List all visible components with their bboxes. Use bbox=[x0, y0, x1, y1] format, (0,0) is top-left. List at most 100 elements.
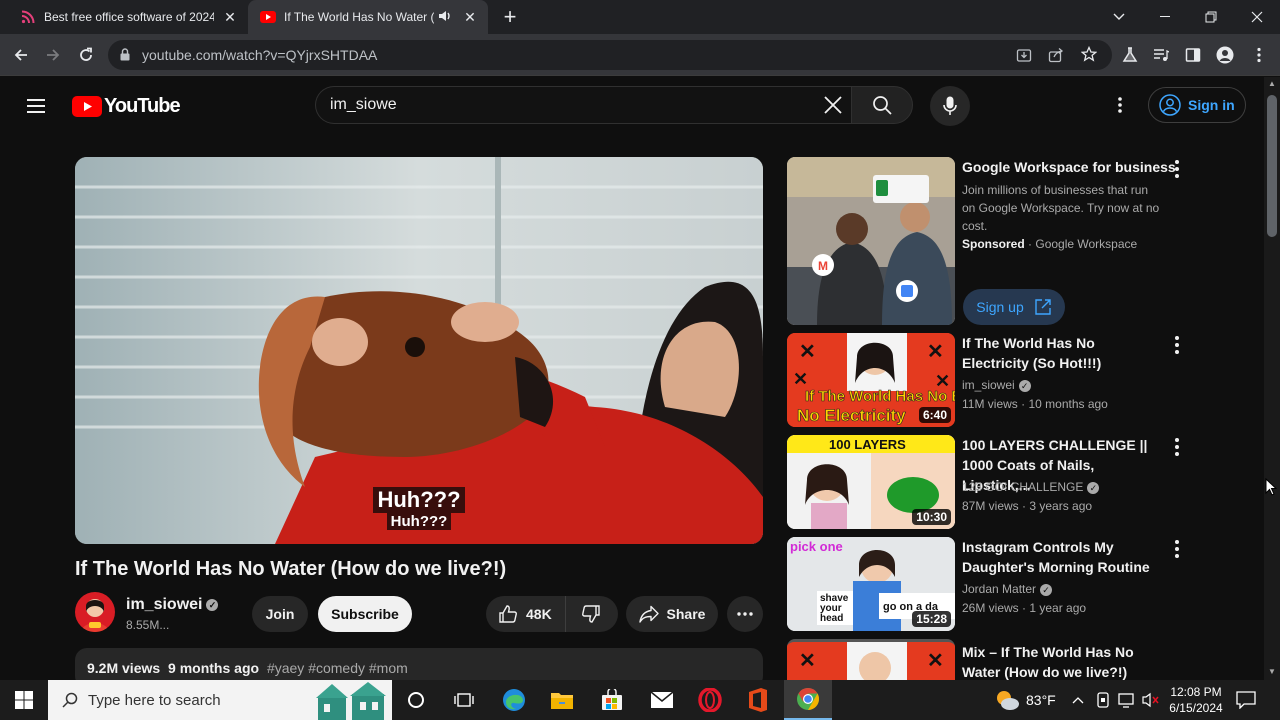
voice-search-button[interactable] bbox=[930, 86, 970, 126]
youtube-logo-icon bbox=[72, 95, 102, 117]
video-thumbnail[interactable]: 100 LAYERS 10:30 bbox=[787, 435, 955, 529]
sponsored-ad-card[interactable]: M Google Workspace for business Join mil… bbox=[787, 157, 1187, 325]
profile-icon[interactable] bbox=[1212, 42, 1238, 68]
duration-badge: 10:30 bbox=[912, 509, 951, 525]
search-input[interactable]: im_siowe bbox=[315, 86, 851, 124]
thumbs-down-icon bbox=[582, 605, 600, 623]
ad-menu-kebab-icon[interactable] bbox=[1171, 159, 1183, 179]
opera-browser-icon[interactable] bbox=[686, 680, 734, 720]
verified-icon: ✓ bbox=[206, 598, 219, 611]
rss-icon bbox=[20, 9, 36, 25]
lock-icon[interactable] bbox=[120, 48, 130, 66]
video-menu-kebab-icon[interactable] bbox=[1171, 335, 1183, 355]
settings-kebab-icon[interactable] bbox=[1116, 95, 1124, 115]
windows-logo-icon bbox=[15, 691, 33, 709]
mail-icon[interactable] bbox=[638, 680, 686, 720]
tab-search-chevron-icon[interactable] bbox=[1096, 0, 1142, 34]
side-panel-icon[interactable] bbox=[1180, 42, 1206, 68]
more-actions-button[interactable] bbox=[727, 596, 763, 632]
back-button[interactable] bbox=[8, 42, 34, 68]
subscribe-button[interactable]: Subscribe bbox=[318, 596, 412, 632]
hamburger-menu-icon[interactable] bbox=[24, 94, 48, 118]
verified-icon: ✓ bbox=[1087, 481, 1100, 494]
related-video-item[interactable]: If The World Has No Electricity No Elect… bbox=[787, 333, 1187, 427]
like-button[interactable]: 48K bbox=[486, 596, 566, 632]
related-video-item[interactable]: 100 LAYERS 10:30 100 LAYERS CHALLENGE ||… bbox=[787, 435, 1187, 529]
video-menu-kebab-icon[interactable] bbox=[1171, 539, 1183, 559]
search-button[interactable] bbox=[851, 86, 913, 124]
age: 3 years ago bbox=[1029, 499, 1093, 513]
chrome-taskbar-icon[interactable] bbox=[784, 680, 832, 720]
video-menu-kebab-icon[interactable] bbox=[1171, 437, 1183, 457]
microsoft-store-icon[interactable] bbox=[588, 680, 636, 720]
tab-office-software[interactable]: Best free office software of 2024 ✕ bbox=[8, 0, 248, 34]
new-tab-button[interactable]: + bbox=[498, 5, 522, 29]
ad-signup-button[interactable]: Sign up bbox=[963, 289, 1065, 325]
video-player[interactable]: Huh??? Huh??? bbox=[75, 157, 763, 544]
svg-text:head: head bbox=[820, 613, 843, 624]
channel-avatar[interactable] bbox=[75, 592, 115, 632]
reload-button[interactable] bbox=[73, 42, 99, 68]
video-thumbnail[interactable]: If The World Has No Electricity No Elect… bbox=[787, 333, 955, 427]
close-window-button[interactable] bbox=[1234, 0, 1280, 34]
related-video-item[interactable]: pick one shave your head go on a da 15:2… bbox=[787, 537, 1187, 631]
caption-line-1: Huh??? bbox=[373, 487, 465, 513]
weather-widget[interactable]: 83°F bbox=[994, 680, 1056, 720]
ad-signup-label: Sign up bbox=[976, 299, 1024, 315]
sign-in-button[interactable]: Sign in bbox=[1148, 87, 1246, 123]
network-icon[interactable] bbox=[1118, 680, 1136, 720]
bookmark-star-icon[interactable] bbox=[1080, 45, 1098, 67]
thumb-text: 100 LAYERS bbox=[829, 437, 906, 452]
install-app-icon[interactable] bbox=[1016, 47, 1032, 68]
close-tab-icon[interactable]: ✕ bbox=[222, 9, 238, 25]
share-label: Share bbox=[666, 606, 706, 622]
scroll-down-arrow-icon[interactable]: ▼ bbox=[1268, 667, 1276, 676]
age: 1 year ago bbox=[1029, 601, 1087, 615]
device-icon[interactable] bbox=[1096, 680, 1110, 720]
views: 87M views bbox=[962, 499, 1019, 513]
share-page-icon[interactable] bbox=[1048, 47, 1064, 68]
video-thumbnail[interactable]: pick one shave your head go on a da 15:2… bbox=[787, 537, 955, 631]
volume-muted-icon[interactable] bbox=[1142, 680, 1160, 720]
dislike-button[interactable] bbox=[566, 596, 616, 632]
share-icon bbox=[638, 605, 659, 623]
start-button[interactable] bbox=[0, 680, 48, 720]
hashtags[interactable]: #yaey #comedy #mom bbox=[267, 660, 408, 676]
audio-playing-icon[interactable] bbox=[438, 9, 452, 26]
ad-thumbnail[interactable]: M bbox=[787, 157, 955, 325]
media-controls-icon[interactable] bbox=[1148, 42, 1174, 68]
show-hidden-icons-chevron[interactable] bbox=[1072, 680, 1084, 720]
edge-browser-icon[interactable] bbox=[490, 680, 538, 720]
clock[interactable]: 12:08 PM 6/15/2024 bbox=[1166, 680, 1226, 720]
chrome-menu-icon[interactable] bbox=[1246, 42, 1272, 68]
mix-thumbnail[interactable]: ✕ ✕ bbox=[787, 639, 955, 680]
forward-button[interactable] bbox=[40, 42, 66, 68]
page-scrollbar[interactable]: ▲ ▼ bbox=[1264, 77, 1280, 680]
close-tab-icon[interactable]: ✕ bbox=[462, 9, 478, 25]
taskbar-search-placeholder: Type here to search bbox=[88, 691, 221, 709]
office-icon[interactable] bbox=[734, 680, 782, 720]
join-button[interactable]: Join bbox=[252, 596, 308, 632]
channel-name[interactable]: im_siowei ✓ bbox=[126, 596, 219, 614]
tab-youtube-video[interactable]: If The World Has No Water (How do we liv… bbox=[248, 0, 488, 34]
task-view-icon[interactable] bbox=[440, 680, 488, 720]
like-dislike-group: 48K bbox=[486, 596, 618, 632]
notifications-icon[interactable] bbox=[1236, 680, 1256, 720]
scroll-up-arrow-icon[interactable]: ▲ bbox=[1268, 79, 1276, 88]
clear-search-icon[interactable] bbox=[824, 96, 842, 119]
channel-line: 123 GO! CHALLENGE ✓ bbox=[962, 480, 1100, 494]
share-button[interactable]: Share bbox=[626, 596, 718, 632]
minimize-button[interactable] bbox=[1142, 0, 1188, 34]
extensions-labs-icon[interactable] bbox=[1117, 42, 1143, 68]
mix-playlist-item[interactable]: ✕ ✕ Mix – If The World Has No Water (How … bbox=[787, 639, 1187, 680]
file-explorer-icon[interactable] bbox=[538, 680, 586, 720]
video-stats: 87M views · 3 years ago bbox=[962, 499, 1093, 513]
address-bar[interactable]: youtube.com/watch?v=QYjrxSHTDAA bbox=[108, 40, 1112, 70]
restore-button[interactable] bbox=[1188, 0, 1234, 34]
scrollbar-thumb[interactable] bbox=[1267, 95, 1277, 237]
sign-in-label: Sign in bbox=[1188, 97, 1235, 113]
youtube-logo[interactable]: YouTube bbox=[72, 94, 181, 118]
views: 11M views bbox=[962, 397, 1018, 411]
cortana-icon[interactable] bbox=[392, 680, 440, 720]
taskbar-search-box[interactable]: Type here to search bbox=[48, 680, 392, 720]
